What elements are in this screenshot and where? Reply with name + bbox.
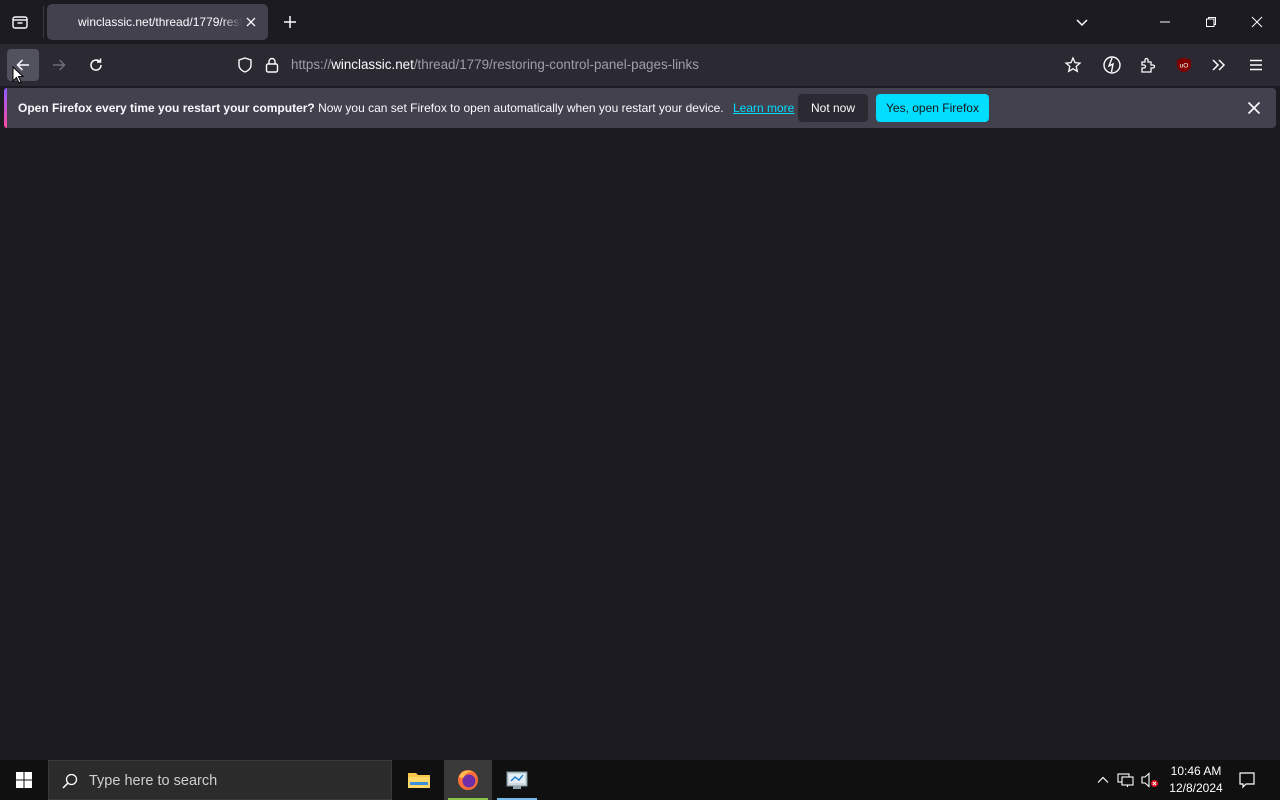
yes-open-firefox-button[interactable]: Yes, open Firefox — [876, 94, 989, 122]
notification-message: Open Firefox every time you restart your… — [18, 101, 794, 115]
taskbar-search[interactable]: Type here to search — [48, 760, 392, 800]
double-chevron-icon[interactable] — [1203, 49, 1235, 81]
tab-title: winclassic.net/thread/1779/restoring-con… — [78, 15, 242, 29]
taskbar: Type here to search 10:46 AM 12/8/2024 — [0, 760, 1280, 800]
ublock-badge: uO — [1180, 63, 1189, 70]
close-icon[interactable] — [1242, 96, 1266, 120]
tab-strip: winclassic.net/thread/1779/restoring-con… — [0, 0, 1280, 44]
action-center-icon[interactable] — [1236, 770, 1258, 790]
network-icon[interactable] — [1116, 770, 1136, 790]
clock-time: 10:46 AM — [1170, 764, 1222, 778]
ublock-icon[interactable]: uO — [1168, 49, 1200, 81]
sync-icon[interactable] — [1096, 49, 1128, 81]
volume-muted-icon[interactable] — [1140, 770, 1160, 790]
page-content — [0, 130, 1280, 760]
url-host: winclassic.net — [331, 57, 414, 72]
chevron-up-icon[interactable] — [1093, 770, 1113, 790]
not-now-button[interactable]: Not now — [798, 94, 868, 122]
restore-icon[interactable] — [1188, 0, 1234, 44]
puzzle-icon[interactable] — [1132, 49, 1164, 81]
notification-body: Now you can set Firefox to open automati… — [318, 101, 724, 115]
url-path: /thread/1779/restoring-control-panel-pag… — [413, 57, 699, 72]
search-placeholder: Type here to search — [89, 773, 218, 789]
notification-bar: Open Firefox every time you restart your… — [4, 88, 1276, 128]
firefox-icon[interactable] — [444, 760, 492, 800]
close-window-icon[interactable] — [1234, 0, 1280, 44]
plus-icon[interactable] — [278, 8, 302, 36]
windows-logo-icon[interactable] — [0, 760, 48, 800]
hamburger-icon[interactable] — [1240, 49, 1272, 81]
shield-icon[interactable] — [236, 56, 254, 79]
star-icon[interactable] — [1057, 49, 1089, 81]
url-text[interactable]: https://winclassic.net/thread/1779/resto… — [291, 57, 699, 72]
forward-arrow-icon[interactable] — [43, 49, 75, 81]
file-explorer-icon[interactable] — [395, 760, 443, 800]
url-scheme: https:// — [291, 57, 332, 72]
reload-icon[interactable] — [80, 49, 112, 81]
notification-title: Open Firefox every time you restart your… — [18, 101, 315, 115]
search-icon — [61, 772, 79, 795]
browser-tab[interactable]: winclassic.net/thread/1779/restoring-con… — [47, 4, 268, 40]
tab-separator — [43, 6, 44, 38]
notification-accent — [4, 88, 7, 128]
minimize-icon[interactable] — [1142, 0, 1188, 44]
navigation-toolbar: https://winclassic.net/thread/1779/resto… — [0, 44, 1280, 86]
cursor-icon — [12, 65, 25, 84]
lock-icon[interactable] — [264, 56, 280, 79]
close-icon[interactable] — [242, 13, 260, 31]
control-panel-icon[interactable] — [493, 760, 541, 800]
clock-date: 12/8/2024 — [1169, 781, 1223, 795]
chevron-down-icon[interactable] — [1068, 8, 1096, 36]
learn-more-link[interactable]: Learn more — [733, 101, 794, 115]
system-clock[interactable]: 10:46 AM 12/8/2024 — [1160, 763, 1232, 797]
url-bar[interactable]: https://winclassic.net/thread/1779/resto… — [228, 48, 1102, 82]
tab-list-icon[interactable] — [6, 8, 34, 36]
